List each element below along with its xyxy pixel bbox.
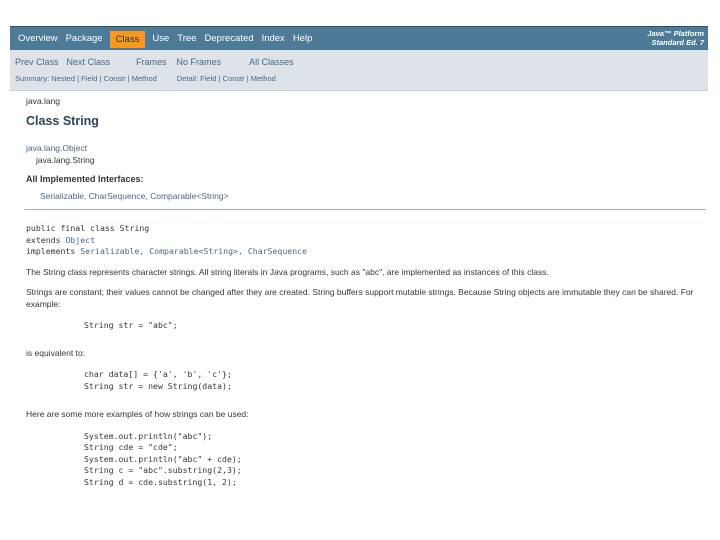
about-line-1: Java™ Platform (647, 29, 704, 38)
top-navbar: Overview Package Class Use Tree Deprecat… (10, 26, 708, 51)
summary-nested-link[interactable]: Nested (51, 74, 75, 83)
code-example-3-line: String cde = "cde"; (84, 442, 178, 452)
about-language: Java™ Platform Standard Ed. 7 (647, 27, 704, 47)
object-link[interactable]: Object (65, 235, 95, 245)
signature-line-2: extends Object (26, 235, 706, 247)
code-example-3-line: System.out.println("abc"); (84, 430, 213, 441)
code-example-2-line-1: char data[] = {'a', 'b', 'c'}; (84, 369, 232, 379)
divider (24, 209, 706, 210)
description-paragraph-1: The String class represents character st… (26, 266, 549, 277)
detail-field-link[interactable]: Field (200, 74, 216, 83)
package-name: java.lang (26, 96, 61, 106)
nav-class-active[interactable]: Class (109, 30, 146, 48)
next-class-link[interactable]: Next Class (67, 57, 111, 67)
about-line-2: Standard Ed. 7 (651, 38, 704, 47)
class-title: Class String (26, 114, 99, 128)
sub-nav-row-1: Prev Class Next Class Frames No Frames A… (15, 57, 294, 67)
top-nav-links: Overview Package Class Use Tree Deprecat… (14, 27, 316, 51)
implemented-interfaces-heading: All Implemented Interfaces: (26, 174, 144, 184)
interface-links[interactable]: Serializable, Comparable<String>, CharSe… (80, 246, 307, 256)
nav-help[interactable]: Help (289, 27, 317, 51)
nav-overview[interactable]: Overview (14, 27, 62, 51)
detail-method-link[interactable]: Method (251, 74, 276, 83)
nav-tree[interactable]: Tree (173, 27, 200, 51)
description-paragraph-4: Here are some more examples of how strin… (26, 409, 249, 419)
code-example-3-line: System.out.println("abc" + cde); (84, 453, 242, 464)
summary-field-link[interactable]: Field (81, 74, 97, 83)
sub-navbar: Prev Class Next Class Frames No Frames A… (10, 50, 708, 91)
detail-label: Detail: (176, 74, 199, 83)
code-example-2-line-2: String str = new String(data); (84, 380, 232, 391)
nav-index[interactable]: Index (258, 27, 289, 51)
description-paragraph-2: Strings are constant; their values canno… (26, 287, 694, 309)
inheritance-tree: java.lang.Object java.lang.String (26, 142, 706, 166)
code-example-3: System.out.println("abc"); String cde = "… (84, 431, 706, 489)
signature-line-1: public final class String (26, 223, 150, 233)
class-doc-content: java.lang Class String java.lang.Object … (24, 96, 706, 489)
implemented-interfaces-list[interactable]: Serializable, CharSequence, Comparable<S… (40, 191, 706, 201)
inherit-parent-link[interactable]: java.lang.Object (26, 142, 706, 154)
frames-link[interactable]: Frames (136, 57, 167, 67)
code-example-1: String str = "abc"; (84, 320, 178, 330)
inherit-child: java.lang.String (36, 155, 95, 165)
code-example-3-line: String c = "abc".substring(2,3); (84, 465, 242, 475)
prev-class-link[interactable]: Prev Class (15, 57, 59, 67)
summary-label: Summary: (15, 74, 50, 83)
sub-nav-row-2: Summary: Nested | Field | Constr | Metho… (15, 74, 276, 83)
summary-constr-link[interactable]: Constr (104, 74, 126, 83)
signature-line-3: implements Serializable, Comparable<Stri… (26, 246, 706, 258)
all-classes-link[interactable]: All Classes (249, 57, 294, 67)
code-example-2: char data[] = {'a', 'b', 'c'}; String str… (84, 369, 706, 392)
code-example-3-line: String d = cde.substring(1, 2); (84, 476, 237, 487)
description-paragraph-3: is equivalent to: (26, 347, 86, 358)
nav-deprecated[interactable]: Deprecated (200, 27, 257, 51)
nav-package[interactable]: Package (62, 27, 107, 51)
class-signature: public final class String extends Object i… (26, 223, 706, 258)
implements-keyword: implements (26, 246, 81, 256)
nav-use[interactable]: Use (148, 27, 173, 51)
extends-keyword: extends (26, 234, 66, 245)
no-frames-link[interactable]: No Frames (177, 57, 222, 67)
detail-constr-link[interactable]: Constr (223, 74, 245, 83)
summary-method-link[interactable]: Method (132, 74, 157, 83)
